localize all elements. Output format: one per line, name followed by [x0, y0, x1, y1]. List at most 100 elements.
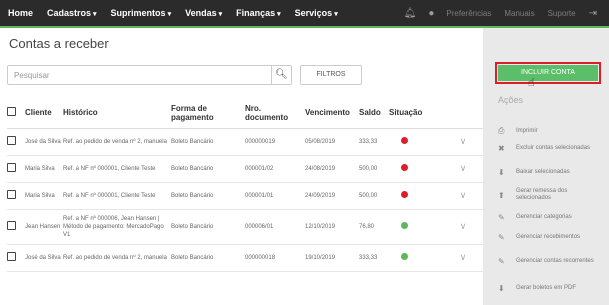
chevron-down-icon[interactable]: ∨: [460, 221, 467, 231]
row-checkbox[interactable]: [7, 189, 16, 199]
cell-historico: Ref. ao pedido de venda nº 2, manuela: [63, 128, 171, 156]
status-dot: [401, 252, 408, 260]
action-categorias[interactable]: ✎ Gerenciar categorias: [498, 213, 572, 222]
edit-icon: ✎: [498, 213, 505, 222]
action-remessa[interactable]: ⬆ Gerar remessa dos selecionados: [498, 188, 596, 202]
nav-servicos[interactable]: Serviços ▾: [295, 8, 338, 18]
cell-vencimento: 05/08/2019: [305, 128, 359, 156]
nav-vendas[interactable]: Vendas ▾: [185, 8, 222, 18]
printer-icon: ⎙: [498, 126, 505, 135]
status-dot: [401, 190, 408, 198]
bell-icon[interactable]: 🔔︎: [404, 8, 417, 19]
caret-down-icon: ▾: [218, 11, 223, 18]
link-manuais[interactable]: Manuais: [504, 9, 534, 18]
col-situacao[interactable]: Situação: [389, 98, 443, 129]
upload-icon: ⬆: [498, 190, 505, 200]
cell-saldo: 76,80: [359, 209, 389, 245]
caret-down-icon: ▾: [167, 11, 172, 18]
edit-icon: ✎: [498, 233, 505, 242]
table-header-row: Cliente Histórico Forma de pagamento Nro…: [7, 98, 483, 129]
cell-forma: Boleto Bancário: [171, 182, 245, 210]
row-checkbox[interactable]: [7, 135, 16, 145]
nav-cadastros[interactable]: Cadastros ▾: [47, 8, 97, 18]
download-icon: ⬇: [498, 168, 505, 177]
include-account-highlight: INCLUIR CONTA: [495, 62, 601, 84]
col-cliente[interactable]: Cliente: [25, 98, 63, 129]
status-dot: [401, 221, 408, 229]
edit-icon: ✎: [498, 257, 505, 266]
cell-vencimento: 12/10/2019: [305, 209, 359, 245]
action-recorrentes[interactable]: ✎ Gerenciar contas recorrentes: [498, 257, 594, 266]
cell-saldo: 500,00: [359, 182, 389, 210]
chevron-down-icon[interactable]: ∨: [460, 136, 467, 146]
link-preferencias[interactable]: Preferências: [446, 9, 491, 18]
table-row[interactable]: Maria Silva Ref. a NF nº 000001, Cliente…: [7, 155, 483, 183]
caret-down-icon: ▾: [334, 11, 338, 18]
cell-documento: 000006/01: [245, 209, 305, 245]
caret-down-icon: ▾: [93, 11, 97, 18]
cell-documento: 000001/02: [245, 155, 305, 183]
trash-icon: ✖: [498, 144, 505, 153]
cell-saldo: 333,33: [359, 244, 389, 272]
cell-documento: 000000018: [245, 244, 305, 272]
nav-suprimentos[interactable]: Suprimentos ▾: [111, 8, 172, 18]
search-button[interactable]: 🔍︎: [271, 66, 291, 84]
pointer-cursor-icon: ☝︎: [528, 77, 535, 89]
action-recebimentos[interactable]: ✎ Gerenciar recebimentos: [498, 233, 580, 242]
search-icon: 🔍︎: [275, 69, 288, 80]
status-dot: [401, 163, 408, 171]
row-checkbox[interactable]: [7, 251, 16, 261]
include-account-button[interactable]: INCLUIR CONTA: [498, 65, 598, 81]
search-box[interactable]: Pesquisar 🔍︎: [7, 65, 292, 85]
cell-historico: Ref. a NF nº 000001, Cliente Teste: [63, 155, 171, 183]
cell-saldo: 333,33: [359, 128, 389, 156]
col-vencimento[interactable]: Vencimento: [305, 98, 359, 129]
action-excluir[interactable]: ✖ Excluir contas selecionadas: [498, 144, 590, 153]
action-baixar[interactable]: ⬇ Baixar selecionadas: [498, 168, 570, 177]
cell-historico: Ref. ao pedido de venda nº 2, manuela: [63, 244, 171, 272]
page-title: Contas a receber: [9, 36, 109, 51]
filters-button[interactable]: FILTROS: [300, 65, 362, 85]
col-saldo[interactable]: Saldo: [359, 98, 389, 129]
table-row[interactable]: José da Silva Ref. ao pedido de venda nº…: [7, 128, 483, 156]
cell-forma: Boleto Bancário: [171, 155, 245, 183]
cell-vencimento: 24/09/2019: [305, 182, 359, 210]
cell-historico: Ref. a NF nº 000001, Cliente Teste: [63, 182, 171, 210]
chevron-down-icon[interactable]: ∨: [460, 190, 467, 200]
row-checkbox[interactable]: [7, 220, 16, 230]
cell-cliente: Maria Silva: [25, 182, 63, 210]
actions-title: Ações: [498, 95, 524, 105]
nav-home[interactable]: Home: [8, 8, 33, 18]
cell-cliente: Maria Silva: [25, 155, 63, 183]
cell-documento: 000000019: [245, 128, 305, 156]
table-row[interactable]: Jean Hansen Ref. a NF nº 000006, Jean Ha…: [7, 209, 483, 245]
cell-cliente: Jean Hansen: [25, 209, 63, 245]
link-suporte[interactable]: Suporte: [548, 9, 576, 18]
search-input[interactable]: Pesquisar: [14, 71, 50, 80]
cell-forma: Boleto Bancário: [171, 128, 245, 156]
user-icon[interactable]: ●: [428, 8, 434, 19]
table-row[interactable]: José da Silva Ref. ao pedido de venda nº…: [7, 244, 483, 272]
chevron-down-icon[interactable]: ∨: [460, 252, 467, 262]
col-forma[interactable]: Forma de pagamento: [171, 98, 245, 129]
action-boletos-pdf[interactable]: ⬇ Gerar boletos em PDF: [498, 284, 576, 293]
nav-financas[interactable]: Finanças ▾: [236, 8, 281, 18]
cell-vencimento: 24/08/2019: [305, 155, 359, 183]
table-row[interactable]: Maria Silva Ref. a NF nº 000001, Cliente…: [7, 182, 483, 210]
col-documento[interactable]: Nro. documento: [245, 98, 305, 129]
logout-icon[interactable]: ⇥: [589, 8, 597, 19]
row-checkbox[interactable]: [7, 162, 16, 172]
cell-vencimento: 19/10/2019: [305, 244, 359, 272]
download-icon: ⬇: [498, 284, 505, 293]
action-imprimir[interactable]: ⎙ Imprimir: [498, 126, 538, 136]
caret-down-icon: ▾: [277, 11, 281, 18]
cell-documento: 000001/01: [245, 182, 305, 210]
chevron-down-icon[interactable]: ∨: [460, 163, 467, 173]
main-content: Contas a receber Pesquisar 🔍︎ FILTROS Cl…: [0, 28, 483, 305]
cell-historico: Ref. a NF nº 000006, Jean Hansen | Métod…: [63, 209, 171, 245]
status-dot: [401, 136, 408, 144]
cell-forma: Boleto Bancário: [171, 209, 245, 245]
select-all-checkbox[interactable]: [7, 107, 16, 117]
col-historico[interactable]: Histórico: [63, 98, 171, 129]
accounts-table: Cliente Histórico Forma de pagamento Nro…: [7, 98, 483, 272]
